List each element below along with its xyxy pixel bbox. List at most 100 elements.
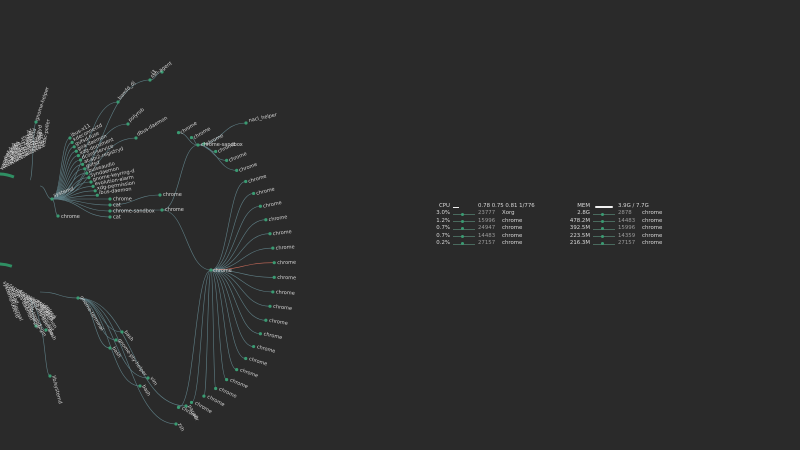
- mem-process-row: 478.2M 14483 chrome: [560, 218, 662, 225]
- chrome-tab-edge: [210, 193, 254, 271]
- tree-edge: [161, 209, 212, 271]
- mem-value: 223.5M: [569, 232, 590, 239]
- cpu-pid: 27157: [478, 239, 496, 246]
- process-tree-graph: kworkerksoftirqdrcu_schedmigrationwatchd…: [0, 61, 296, 432]
- chrome-tab-label: chrome: [256, 344, 276, 355]
- mem-process-name: chrome: [642, 232, 663, 239]
- mem-process-name: chrome: [642, 210, 663, 217]
- chrome-tab-label: chrome: [238, 162, 258, 174]
- mem-label: MEM: [577, 203, 590, 209]
- chrome-tab-label: chrome: [218, 386, 238, 399]
- cpu-process-name: chrome: [502, 217, 523, 224]
- cpu-load: 0.78 0.75 0.81 1/776: [478, 203, 535, 209]
- tree-node: [108, 197, 112, 201]
- cpu-process-name: chrome: [502, 239, 523, 246]
- mem-connector: [593, 240, 615, 247]
- mem-connector: [593, 233, 615, 240]
- cpu-process-row: 0.7% 24947 chrome: [420, 225, 535, 232]
- chrome-tab-node: [258, 332, 262, 336]
- chrome-root-node: [56, 214, 60, 218]
- mem-pid: 14359: [618, 232, 636, 239]
- mem-connector: [593, 211, 615, 218]
- cpu-value: 1.2%: [436, 217, 450, 224]
- cpu-value: 3.0%: [436, 210, 450, 217]
- chrome-tab-label: chrome: [268, 214, 288, 223]
- cpu-value: 0.7%: [436, 232, 450, 239]
- depth-ring: [0, 262, 13, 268]
- zygote-node: [196, 143, 200, 147]
- process-label: nacl_helper: [248, 112, 278, 124]
- chrome-tab-edge: [210, 205, 261, 271]
- chrome-tab-label: chrome: [273, 229, 292, 237]
- cpu-process-row: 3.0% 23777 Xorg: [420, 210, 535, 217]
- mem-pid: 2878: [618, 210, 632, 217]
- mem-value: 392.5M: [569, 225, 590, 232]
- process-label: chrome: [213, 268, 232, 274]
- kernel-thread-label: edac-poller: [41, 118, 52, 148]
- cpu-value: 0.2%: [436, 239, 450, 246]
- cpu-connector: [453, 218, 475, 225]
- mem-connector: [593, 218, 615, 225]
- mem-process-row: 2.8G 2878 chrome: [560, 210, 662, 217]
- chrome-tab-label: chrome: [269, 318, 289, 327]
- chrome-tab-edge: [210, 269, 266, 321]
- cpu-value: 0.7%: [436, 225, 450, 232]
- chrome-tab-node: [264, 318, 268, 322]
- chrome-tab-label: chrome: [206, 394, 225, 408]
- chrome-tab-node: [264, 218, 268, 222]
- mem-usage: 3.9G / 7.7G: [618, 203, 649, 209]
- tree-node: [134, 136, 138, 140]
- chrome-tab-label: chrome: [256, 186, 276, 197]
- cpu-pid: 15996: [478, 217, 496, 224]
- mem-process-row: 216.3M 27157 chrome: [560, 240, 662, 247]
- chrome-tab-node: [214, 386, 218, 391]
- chrome-tab-label: chrome: [273, 304, 292, 312]
- tree-edge: [39, 329, 51, 377]
- tree-node: [108, 215, 112, 219]
- chrome-tab-node: [235, 367, 239, 372]
- process-label: zsh: [176, 422, 185, 432]
- mem-value: 2.8G: [577, 210, 590, 217]
- mem-connector: [593, 225, 615, 232]
- chrome-tab-label: chrome: [248, 174, 268, 185]
- chrome-tab-label: chrome: [192, 126, 211, 141]
- mem-value: 216.3M: [569, 239, 590, 246]
- process-label: polyrob: [127, 107, 145, 124]
- cpu-process-row: 1.2% 15996 chrome: [420, 218, 535, 225]
- cpu-connector: [453, 240, 475, 247]
- mem-usage-bar: [593, 203, 615, 210]
- process-label: gnome-helper: [34, 85, 51, 121]
- cpu-process-name: Xorg: [502, 210, 515, 217]
- mem-header: MEM 3.9G / 7.7G: [560, 203, 662, 210]
- mem-value: 478.2M: [569, 217, 590, 224]
- tree-edge: [39, 291, 79, 299]
- chrome-tab-label: chrome: [263, 331, 283, 341]
- chrome-tab-node: [258, 204, 262, 208]
- process-label: chrome: [163, 192, 182, 198]
- process-label: bamfd_dj: [117, 80, 137, 101]
- chrome-tab-node: [244, 356, 248, 361]
- tree-node: [148, 78, 152, 82]
- cpu-pid: 24947: [478, 225, 496, 232]
- process-label: chrome: [61, 214, 80, 220]
- cpu-pid: 23777: [478, 210, 496, 217]
- tree-edge: [51, 198, 59, 217]
- chrome-tab-node: [271, 246, 275, 250]
- chrome-tab-node: [202, 394, 206, 398]
- chrome-tab-node: [271, 290, 275, 294]
- tree-node: [108, 209, 112, 213]
- cpu-process-name: chrome: [502, 232, 523, 239]
- cpu-connector: [453, 225, 475, 232]
- chrome-tab-edge: [210, 269, 261, 335]
- mem-process-name: chrome: [642, 217, 663, 224]
- chrome-tab-label: chrome: [277, 260, 296, 266]
- chrome-tab-node: [252, 344, 256, 349]
- chrome-tab-edge: [191, 269, 212, 403]
- cpu-indicator: [453, 203, 475, 210]
- mem-pid: 14483: [618, 217, 636, 224]
- cpu-process-name: chrome: [502, 225, 523, 232]
- chrome-tab-label: chrome: [248, 356, 268, 367]
- systemd-child-label: cat: [113, 215, 121, 221]
- chrome-tab-node: [272, 275, 276, 279]
- cpu-connector: [453, 233, 475, 240]
